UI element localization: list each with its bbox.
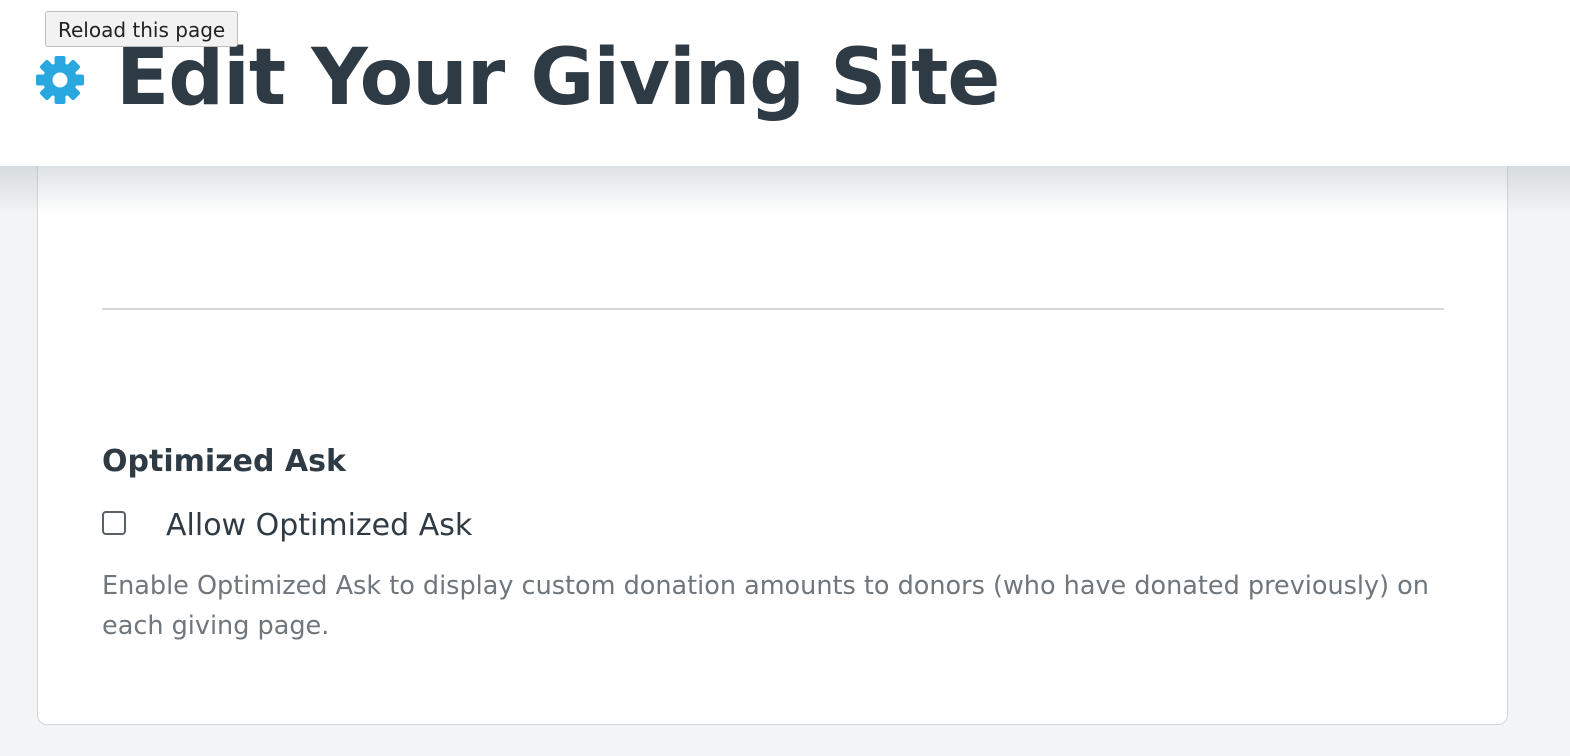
gear-icon [36, 56, 84, 104]
allow-optimized-ask-checkbox[interactable] [102, 511, 126, 535]
optimized-ask-help-text: Enable Optimized Ask to display custom d… [102, 571, 1429, 641]
section-divider [102, 308, 1444, 310]
reload-tooltip: Reload this page [45, 11, 239, 47]
optimized-ask-heading: Optimized Ask [102, 444, 346, 479]
page-title: Edit Your Giving Site [116, 33, 1000, 123]
allow-optimized-ask-row[interactable]: Allow Optimized Ask [102, 504, 472, 548]
header-shadow [0, 166, 1570, 214]
allow-optimized-ask-label[interactable]: Allow Optimized Ask [166, 504, 472, 548]
